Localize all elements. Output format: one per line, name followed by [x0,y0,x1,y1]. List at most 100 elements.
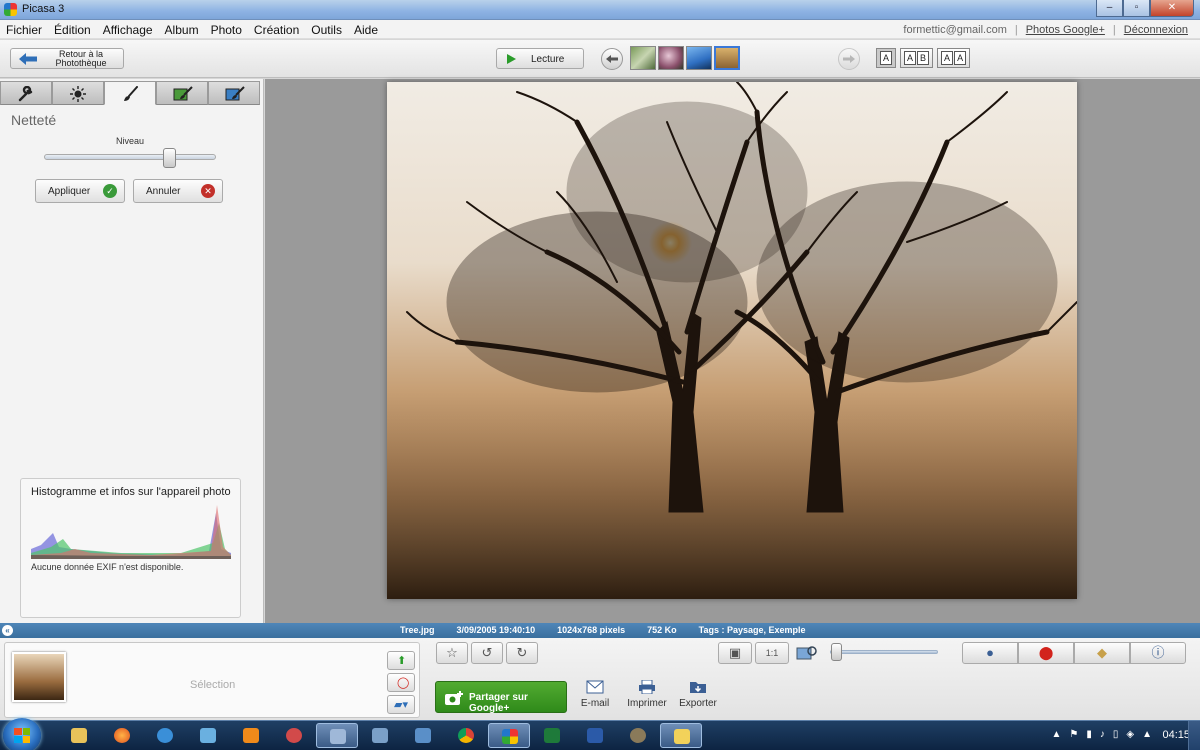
taskbar-explorer[interactable] [58,723,100,748]
tab-effects-3[interactable] [208,81,260,105]
selection-label: Sélection [190,679,236,691]
taskbar-ie[interactable] [144,723,186,748]
tab-effects[interactable] [104,81,156,105]
view-dual-button[interactable]: A A [937,48,971,68]
photo-size: 752 Ko [647,625,677,635]
panel-title: Netteté [11,112,57,128]
places-button[interactable]: ⬤ [1018,642,1074,664]
apply-button[interactable]: Appliquer ✓ [35,179,125,203]
taskbar-chrome[interactable] [445,723,487,748]
album-dropdown-icon: ▰▾ [394,699,408,711]
taskbar-app[interactable] [273,723,315,748]
people-button[interactable]: ● [962,642,1018,664]
excel-icon [544,728,560,743]
taskbar-app[interactable] [402,723,444,748]
slideshow-button[interactable]: Lecture [496,48,584,69]
photo-tray: Sélection ⬆ ◯ ▰▾ ☆ ↺ ↻ ▣ 1:1 ● ⬤ ◆ ⓘ Par… [0,638,1200,720]
view-compare-b-label: B [917,51,930,65]
photo-metadata: Tree.jpg 3/09/2005 19:40:10 1024x768 pix… [400,625,806,635]
collapse-tray-button[interactable]: « [2,625,13,636]
menu-create[interactable]: Création [248,23,305,37]
arrow-left-icon [606,55,618,63]
logout-link[interactable]: Déconnexion [1124,24,1188,36]
main-photo[interactable] [387,82,1077,599]
filmstrip-thumbnail-selected[interactable] [714,46,740,70]
network-icon[interactable]: ▮ [1086,729,1092,740]
show-desktop-button[interactable] [1188,721,1200,750]
taskbar-gimp[interactable] [617,723,659,748]
tab-effects-2[interactable] [156,81,208,105]
taskbar-app[interactable] [359,723,401,748]
windows-taskbar: ▲ ⚑ ▮ ♪ ▯ ◈ ▲ 04:15 [0,718,1200,750]
menu-help[interactable]: Aide [348,23,384,37]
filmstrip-thumbnail[interactable] [686,46,712,70]
volume-icon[interactable]: ♪ [1100,729,1105,740]
actual-size-button[interactable]: 1:1 [755,642,789,664]
info-icon: ⓘ [1151,645,1165,660]
rotate-right-button[interactable]: ↻ [506,642,538,664]
taskbar-apps [58,723,702,748]
show-hidden-icons[interactable]: ▲ [1051,729,1061,740]
view-single-button[interactable]: A [876,48,897,68]
taskbar-excel[interactable] [531,723,573,748]
app-icon [200,728,216,743]
edit-tabs [0,81,260,105]
menu-view[interactable]: Affichage [97,23,159,37]
view-compare-button[interactable]: A B [900,48,934,68]
filmstrip-thumbnail[interactable] [658,46,684,70]
info-button[interactable]: ⓘ [1130,642,1186,664]
close-button[interactable]: ✕ [1150,0,1194,17]
add-to-album-button[interactable]: ▰▾ [387,695,415,714]
photos-google-link[interactable]: Photos Google+ [1026,24,1105,36]
device-icon[interactable]: ▯ [1113,729,1119,740]
menu-tools[interactable]: Outils [305,23,348,37]
flag-icon[interactable]: ⚑ [1069,729,1078,740]
rating-rotate-group: ☆ ↺ ↻ [436,642,538,664]
taskbar-picasa[interactable] [488,723,530,748]
maximize-button[interactable]: ▫ [1123,0,1150,17]
minimize-button[interactable]: – [1096,0,1123,17]
histogram-box: Histogramme et infos sur l'appareil phot… [20,478,241,618]
export-button[interactable]: Exporter [673,680,723,709]
cancel-button[interactable]: Annuler ✕ [133,179,223,203]
zoom-slider-thumb[interactable] [830,643,842,661]
email-button[interactable]: E-mail [570,680,620,709]
menu-photo[interactable]: Photo [205,23,248,37]
zoom-slider-track[interactable] [830,650,938,654]
print-label: Imprimer [627,698,667,709]
taskbar-app[interactable] [187,723,229,748]
brush-icon [124,86,138,101]
taskbar-media[interactable] [230,723,272,748]
menu-edit[interactable]: Édition [48,23,97,37]
edit-panel: Netteté Niveau Appliquer ✓ Annuler ✕ His… [0,79,264,623]
fit-to-window-button[interactable]: ▣ [718,642,752,664]
tags-button[interactable]: ◆ [1074,642,1130,664]
cancel-label: Annuler [146,186,181,197]
start-button[interactable] [3,718,41,750]
view-dual-a-label: A [941,51,954,65]
sharpness-slider-track[interactable] [44,154,216,160]
taskbar-clock[interactable]: 04:15 [1162,729,1190,741]
pin-button[interactable]: ⬆ [387,651,415,670]
taskbar-word[interactable] [574,723,616,748]
clear-selection-button[interactable]: ◯ [387,673,415,692]
print-button[interactable]: Imprimer [622,680,672,709]
back-to-library-button[interactable]: Retour à la Photothèque [10,48,124,69]
selection-thumbnail[interactable] [12,652,66,702]
filmstrip-thumbnail[interactable] [630,46,656,70]
previous-photo-button[interactable] [601,48,623,70]
tab-basic-fixes[interactable] [0,81,52,105]
menu-album[interactable]: Album [159,23,205,37]
dropbox-icon[interactable]: ◈ [1126,729,1134,740]
rotate-left-button[interactable]: ↺ [471,642,503,664]
sharpness-slider-thumb[interactable] [163,148,177,168]
menu-file[interactable]: Fichier [0,23,48,37]
taskbar-app-active[interactable] [316,723,358,748]
share-google-plus-button[interactable]: Partager sur Google+ [435,681,567,714]
next-photo-button[interactable] [838,48,860,70]
star-button[interactable]: ☆ [436,642,468,664]
taskbar-app-active[interactable] [660,723,702,748]
drive-icon[interactable]: ▲ [1142,729,1152,740]
tab-tuning[interactable] [52,81,104,105]
taskbar-firefox[interactable] [101,723,143,748]
